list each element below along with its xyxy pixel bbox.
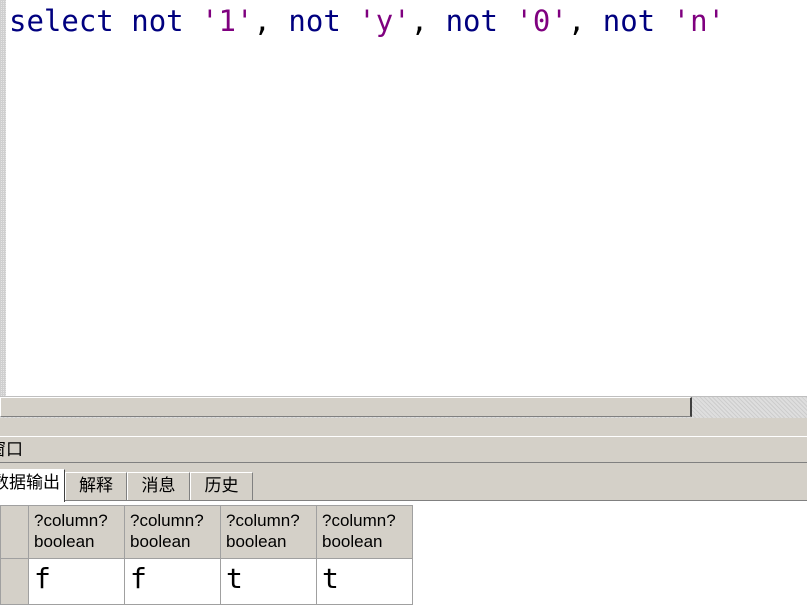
sql-token: , (567, 4, 603, 38)
query-tool-window: select not '1', not 'y', not '0', not 'n… (0, 0, 807, 612)
column-name: ?column? (34, 511, 108, 530)
sql-token: , (410, 4, 446, 38)
sql-token: , (253, 4, 289, 38)
column-type: boolean (322, 532, 383, 551)
column-header[interactable]: ?column? boolean (316, 505, 413, 559)
sql-token: not (445, 4, 498, 38)
table-cell[interactable]: f (124, 558, 221, 605)
header-row: ?column? boolean ?column? boolean ?colum… (0, 505, 413, 559)
table-cell[interactable]: t (220, 558, 317, 605)
row-header[interactable] (0, 558, 29, 605)
grid-corner[interactable] (0, 505, 29, 559)
sql-token: not (131, 4, 184, 38)
sql-token: select (9, 4, 114, 38)
sql-token: not (602, 4, 656, 38)
output-tab-strip: 数据输出 解释 消息 历史 (0, 463, 807, 502)
tab-label: 消息 (141, 476, 176, 496)
table-cell[interactable]: t (316, 558, 413, 605)
editor-horizontal-scrollbar[interactable] (0, 396, 807, 419)
scrollbar-thumb[interactable] (0, 397, 692, 417)
column-name: ?column? (130, 511, 204, 530)
column-name: ?column? (226, 511, 300, 530)
tab-label: 历史 (204, 476, 239, 496)
tab-label: 数据输出 (0, 473, 60, 493)
sql-token: not (288, 4, 341, 38)
editor-gutter (0, 0, 6, 397)
results-grid[interactable]: ?column? boolean ?column? boolean ?colum… (0, 500, 807, 612)
sql-query-line[interactable]: select not '1', not 'y', not '0', not 'n… (9, 2, 725, 40)
tab-explain[interactable]: 解释 (65, 472, 127, 500)
table-row: f f t t (0, 558, 413, 605)
sql-token: '1' (201, 4, 254, 38)
column-name: ?column? (322, 511, 396, 530)
column-type: boolean (226, 532, 287, 551)
results-table: ?column? boolean ?column? boolean ?colum… (0, 505, 413, 605)
sql-token: '0' (515, 4, 568, 38)
splitter[interactable] (0, 418, 807, 436)
sql-editor[interactable]: select not '1', not 'y', not '0', not 'n… (0, 0, 807, 397)
sql-token: 'y' (358, 4, 411, 38)
column-header[interactable]: ?column? boolean (124, 505, 221, 559)
column-header[interactable]: ?column? boolean (28, 505, 125, 559)
sql-token: 'n' (672, 4, 725, 38)
column-type: boolean (130, 532, 191, 551)
tab-messages[interactable]: 消息 (127, 472, 190, 500)
tab-label: 解释 (79, 476, 113, 496)
tab-history[interactable]: 历史 (190, 472, 253, 500)
cell-value: f (34, 562, 51, 595)
table-cell[interactable]: f (28, 558, 125, 605)
column-type: boolean (34, 532, 95, 551)
cell-value: t (226, 562, 243, 595)
tab-data-output[interactable]: 数据输出 (0, 469, 65, 502)
output-pane-header: 窗口 (0, 436, 807, 463)
output-pane-title: 窗口 (0, 440, 23, 460)
cell-value: f (130, 562, 147, 595)
column-header[interactable]: ?column? boolean (220, 505, 317, 559)
cell-value: t (322, 562, 339, 595)
